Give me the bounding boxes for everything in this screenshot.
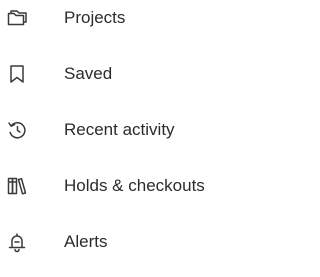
menu-item-saved[interactable]: Saved (0, 48, 254, 100)
account-menu: Projects Saved Recent activity Holds & c… (0, 0, 254, 277)
menu-item-label: Saved (64, 64, 113, 83)
library-books-icon (6, 175, 28, 197)
menu-item-projects[interactable]: Projects (0, 0, 254, 44)
menu-item-label: Recent activity (64, 120, 175, 139)
menu-item-recent-activity[interactable]: Recent activity (0, 104, 254, 156)
history-icon (6, 119, 28, 141)
menu-item-alerts[interactable]: Alerts (0, 216, 254, 268)
menu-item-holds-checkouts[interactable]: Holds & checkouts (0, 160, 254, 212)
menu-item-label: Projects (64, 8, 126, 27)
bell-icon (6, 231, 28, 253)
menu-item-label: Holds & checkouts (64, 176, 205, 195)
folder-icon (6, 7, 28, 29)
menu-item-label: Alerts (64, 232, 108, 251)
bookmark-icon (6, 63, 28, 85)
